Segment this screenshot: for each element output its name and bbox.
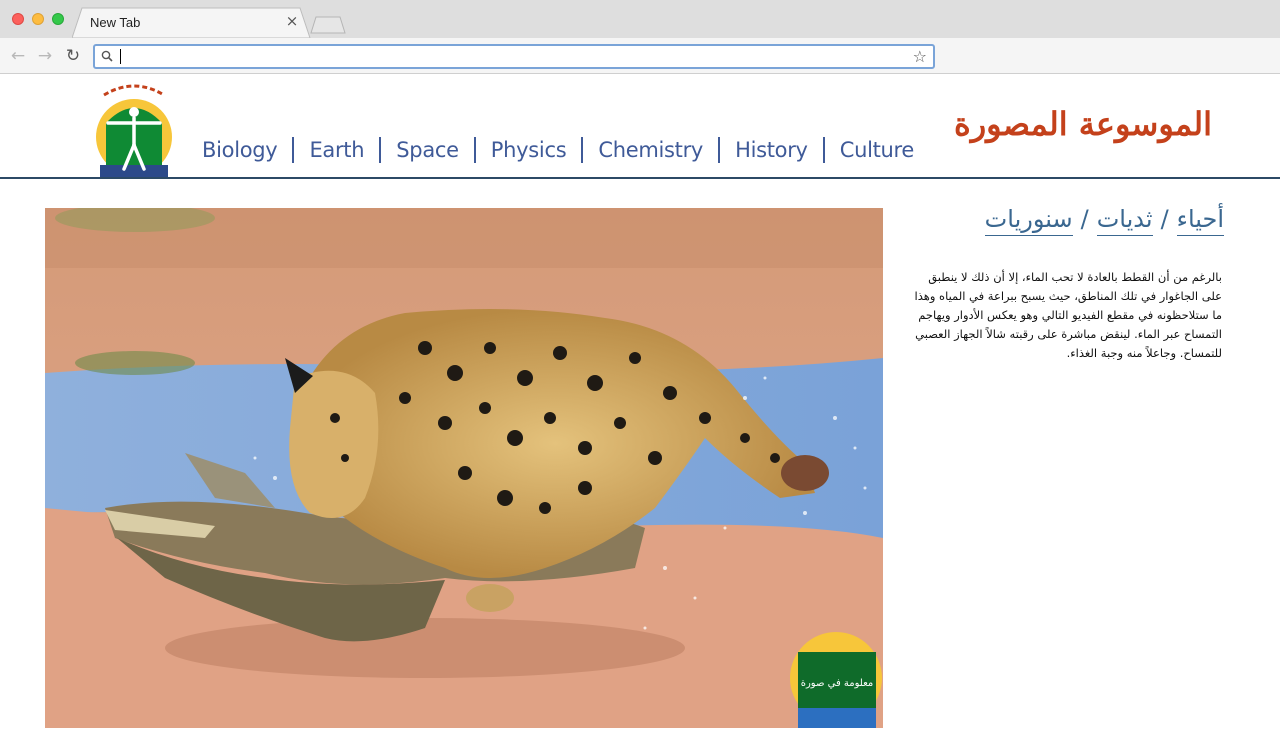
browser-toolbar: ← → ↻ ☆ (0, 38, 1280, 74)
nav-culture[interactable]: Culture (840, 138, 915, 162)
breadcrumb: أحياء/ثديات/سنوريات (984, 205, 1224, 236)
forward-arrow-icon[interactable]: → (35, 46, 55, 66)
tab-close-icon[interactable]: × (284, 13, 300, 29)
site-brand-title[interactable]: الموسوعة المصورة (954, 105, 1212, 143)
browser-titlebar: New Tab × (0, 0, 1280, 39)
nav-separator (292, 137, 295, 163)
window-close-button[interactable] (12, 13, 24, 25)
back-arrow-icon[interactable]: ← (8, 46, 28, 66)
site-logo[interactable] (86, 79, 182, 177)
hero-image: معلومة في صورة (45, 208, 883, 728)
article-body: بالرغم من أن القطط بالعادة لا تحب الماء،… (914, 270, 1222, 360)
nav-biology[interactable]: Biology (202, 138, 278, 162)
address-bar[interactable]: ☆ (93, 44, 935, 69)
nav-separator (581, 137, 584, 163)
reload-icon[interactable]: ↻ (63, 46, 83, 66)
nav-separator (379, 137, 382, 163)
text-caret (120, 49, 121, 64)
window-minimize-button[interactable] (32, 13, 44, 25)
breadcrumb-item-biology[interactable]: أحياء (1176, 205, 1224, 236)
breadcrumb-item-felines[interactable]: سنوريات (984, 205, 1073, 236)
nav-earth[interactable]: Earth (309, 138, 364, 162)
bookmark-star-icon[interactable]: ☆ (913, 47, 927, 67)
search-icon (101, 50, 113, 62)
breadcrumb-item-mammals[interactable]: ثديات (1096, 205, 1153, 236)
main-nav: Biology Earth Space Physics Chemistry Hi… (202, 137, 914, 163)
tab-title: New Tab (90, 15, 141, 30)
nav-space[interactable]: Space (396, 138, 459, 162)
nav-history[interactable]: History (735, 138, 808, 162)
breadcrumb-separator: / (1160, 205, 1169, 233)
nav-chemistry[interactable]: Chemistry (598, 138, 703, 162)
nav-physics[interactable]: Physics (491, 138, 567, 162)
watermark-logo: معلومة في صورة (790, 632, 882, 728)
browser-tab[interactable]: New Tab × (72, 7, 312, 39)
nav-separator (718, 137, 721, 163)
site-header: Biology Earth Space Physics Chemistry Hi… (0, 75, 1280, 179)
new-tab-button[interactable] (310, 16, 346, 34)
nav-separator (822, 137, 825, 163)
watermark-text: معلومة في صورة (801, 678, 874, 689)
window-maximize-button[interactable] (52, 13, 64, 25)
nav-separator (473, 137, 476, 163)
breadcrumb-separator: / (1080, 205, 1089, 233)
address-input[interactable] (117, 47, 897, 66)
jaguar-caiman-photo: معلومة في صورة (45, 208, 883, 728)
